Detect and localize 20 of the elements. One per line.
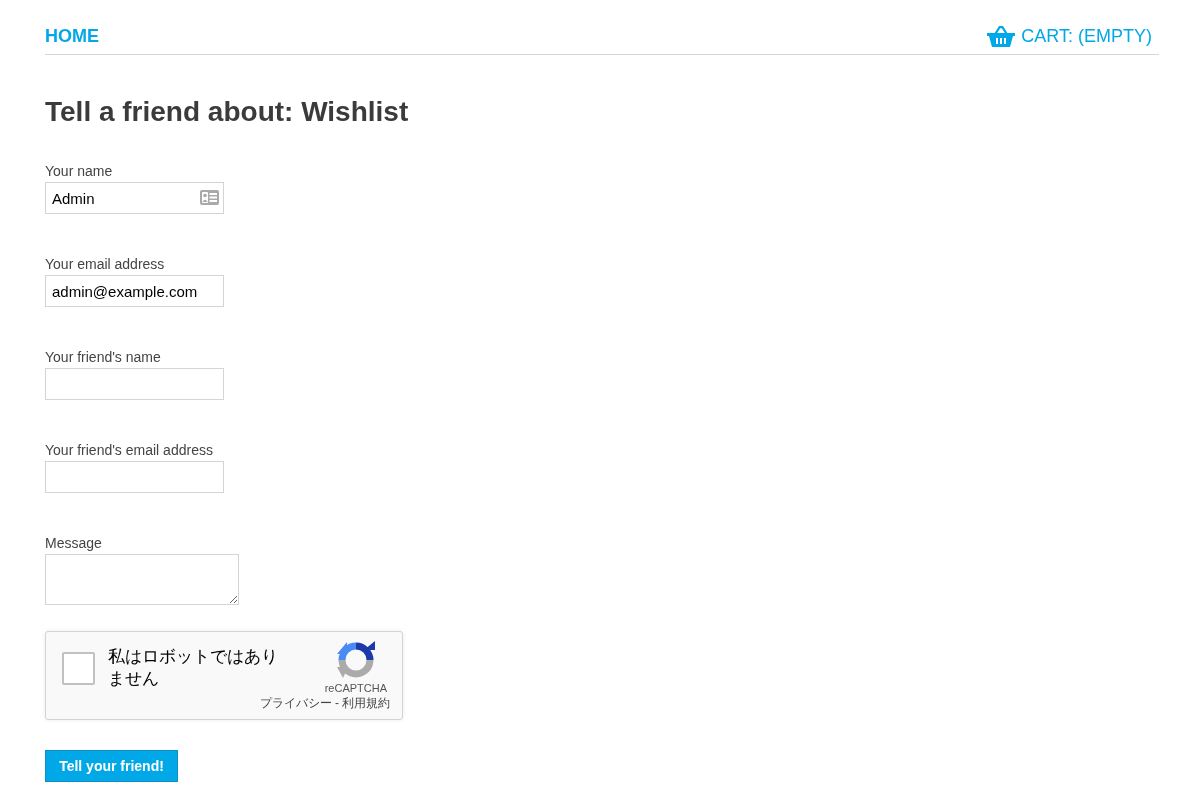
field-label: Your friend's email address xyxy=(45,441,213,460)
message-textarea[interactable] xyxy=(45,554,239,605)
text-input-field[interactable] xyxy=(45,461,224,493)
terms-link[interactable]: 利用規約 xyxy=(342,696,390,711)
captcha-brand: reCAPTCHA xyxy=(324,682,387,695)
text-input-field[interactable]: Admin xyxy=(45,182,224,214)
text-input-field[interactable] xyxy=(45,368,224,400)
circular-arrows-icon xyxy=(336,641,375,679)
link-separator: - xyxy=(335,696,339,711)
field-label: Your name xyxy=(45,162,113,181)
field-label: Message xyxy=(45,534,102,553)
captcha-label: 私はロボットではありません xyxy=(108,646,279,690)
field-label: Your email address xyxy=(45,255,165,274)
privacy-link[interactable]: プライバシー xyxy=(260,696,332,711)
contact-card-icon[interactable] xyxy=(200,190,219,205)
basket-icon xyxy=(987,24,1016,48)
captcha-checkbox[interactable] xyxy=(62,651,95,685)
text-input-field[interactable]: admin@example.com xyxy=(45,275,224,307)
page-title: Tell a friend about: Wishlist xyxy=(45,95,409,129)
field-label: Your friend's name xyxy=(45,348,161,367)
